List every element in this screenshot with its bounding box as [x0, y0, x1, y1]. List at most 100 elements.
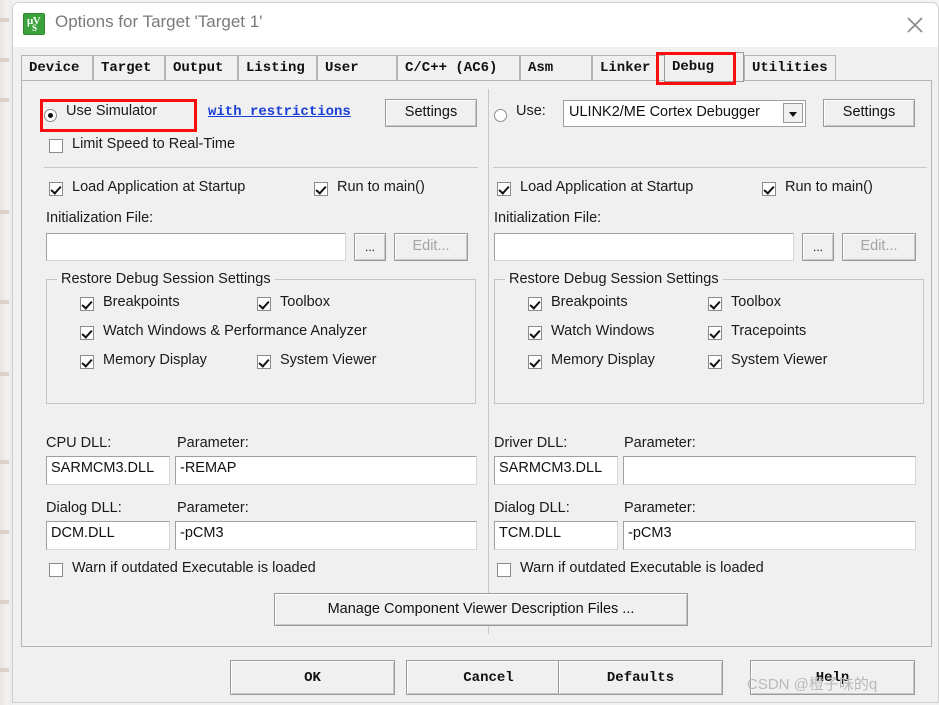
tab-target[interactable]: Target	[93, 55, 165, 81]
right-memory-display-checkbox[interactable]	[528, 355, 542, 369]
right-watch-windows-checkbox[interactable]	[528, 326, 542, 340]
left-toolbox-label: Toolbox	[280, 294, 330, 310]
debugger-settings-button[interactable]: Settings	[823, 99, 915, 127]
right-warn-outdated-label: Warn if outdated Executable is loaded	[520, 560, 764, 576]
use-simulator-label: Use Simulator	[66, 103, 157, 119]
left-dialog-parameter-label: Parameter:	[177, 500, 249, 516]
tab-asm[interactable]: Asm	[520, 55, 592, 81]
right-tracepoints-checkbox[interactable]	[708, 326, 722, 340]
use-debugger-radio[interactable]	[494, 109, 507, 122]
left-load-application-label: Load Application at Startup	[72, 179, 245, 195]
right-load-application-label: Load Application at Startup	[520, 179, 693, 195]
tab-output[interactable]: Output	[165, 55, 238, 81]
right-run-to-main-label: Run to main()	[785, 179, 873, 195]
dialog-footer: OK Cancel Defaults Help	[13, 651, 938, 704]
panel-divider	[488, 89, 489, 634]
right-watch-windows-label: Watch Windows	[551, 323, 654, 339]
use-simulator-radio[interactable]	[44, 109, 57, 122]
cpu-parameter-label: Parameter:	[177, 435, 249, 451]
right-browse-button[interactable]: ...	[802, 233, 834, 261]
right-toolbox-label: Toolbox	[731, 294, 781, 310]
tab-device[interactable]: Device	[21, 55, 93, 81]
use-debugger-label: Use:	[516, 103, 546, 119]
left-system-viewer-checkbox[interactable]	[257, 355, 271, 369]
cpu-dll-input[interactable]: SARMCM3.DLL	[46, 456, 170, 485]
driver-parameter-label: Parameter:	[624, 435, 696, 451]
right-dialog-dll-input[interactable]: TCM.DLL	[494, 521, 618, 550]
right-toolbox-checkbox[interactable]	[708, 297, 722, 311]
limit-speed-label: Limit Speed to Real-Time	[72, 136, 235, 152]
window-title: Options for Target 'Target 1'	[55, 12, 262, 32]
tab-listing[interactable]: Listing	[238, 55, 317, 81]
right-tracepoints-label: Tracepoints	[731, 323, 806, 339]
defaults-button[interactable]: Defaults	[558, 660, 723, 695]
right-separator	[493, 167, 927, 168]
tab-user[interactable]: User	[317, 55, 397, 81]
left-system-viewer-label: System Viewer	[280, 352, 376, 368]
left-separator	[44, 167, 478, 168]
left-dialog-dll-input[interactable]: DCM.DLL	[46, 521, 170, 550]
left-dialog-dll-label: Dialog DLL:	[46, 500, 122, 516]
cancel-button[interactable]: Cancel	[406, 660, 571, 695]
right-init-file-label: Initialization File:	[494, 210, 601, 226]
right-dialog-dll-label: Dialog DLL:	[494, 500, 570, 516]
left-run-to-main-label: Run to main()	[337, 179, 425, 195]
tab-strip: Device Target Output Listing User C/C++ …	[21, 51, 932, 81]
left-breakpoints-checkbox[interactable]	[80, 297, 94, 311]
uvision-icon: μV S	[23, 13, 45, 35]
with-restrictions-link[interactable]: with restrictions	[208, 104, 351, 120]
debug-panel: Use Simulator with restrictions Settings…	[21, 81, 932, 647]
left-init-file-input[interactable]	[46, 233, 346, 261]
cpu-dll-label: CPU DLL:	[46, 435, 111, 451]
debugger-select-value: ULINK2/ME Cortex Debugger	[569, 104, 760, 120]
right-system-viewer-label: System Viewer	[731, 352, 827, 368]
left-memory-display-checkbox[interactable]	[80, 355, 94, 369]
left-warn-outdated-checkbox[interactable]	[49, 563, 63, 577]
left-watch-windows-label: Watch Windows & Performance Analyzer	[103, 323, 367, 339]
driver-dll-label: Driver DLL:	[494, 435, 567, 451]
left-memory-display-label: Memory Display	[103, 352, 207, 368]
right-dialog-parameter-input[interactable]: -pCM3	[623, 521, 916, 550]
left-toolbox-checkbox[interactable]	[257, 297, 271, 311]
right-edit-button: Edit...	[842, 233, 916, 261]
manage-component-viewer-button[interactable]: Manage Component Viewer Description File…	[274, 593, 688, 626]
right-load-application-checkbox[interactable]	[497, 182, 511, 196]
left-dialog-parameter-input[interactable]: -pCM3	[175, 521, 477, 550]
title-bar: μV S Options for Target 'Target 1'	[13, 3, 938, 47]
limit-speed-checkbox[interactable]	[49, 139, 63, 153]
right-warn-outdated-checkbox[interactable]	[497, 563, 511, 577]
screen: μV S Options for Target 'Target 1' Devic…	[0, 0, 939, 705]
help-button[interactable]: Help	[750, 660, 915, 695]
left-watch-windows-checkbox[interactable]	[80, 326, 94, 340]
left-browse-button[interactable]: ...	[354, 233, 386, 261]
left-breakpoints-label: Breakpoints	[103, 294, 180, 310]
options-dialog: μV S Options for Target 'Target 1' Devic…	[12, 2, 939, 703]
left-load-application-checkbox[interactable]	[49, 182, 63, 196]
left-run-to-main-checkbox[interactable]	[314, 182, 328, 196]
right-dialog-parameter-label: Parameter:	[624, 500, 696, 516]
uvision-icon-glyph-bottom: S	[32, 24, 37, 33]
driver-dll-input[interactable]: SARMCM3.DLL	[494, 456, 618, 485]
driver-parameter-input[interactable]	[623, 456, 916, 485]
right-breakpoints-checkbox[interactable]	[528, 297, 542, 311]
tab-cpp-ac6[interactable]: C/C++ (AC6)	[397, 55, 520, 81]
right-system-viewer-checkbox[interactable]	[708, 355, 722, 369]
debugger-select[interactable]: ULINK2/ME Cortex Debugger	[563, 100, 806, 127]
right-run-to-main-checkbox[interactable]	[762, 182, 776, 196]
ok-button[interactable]: OK	[230, 660, 395, 695]
right-restore-session-title: Restore Debug Session Settings	[505, 271, 723, 287]
left-init-file-label: Initialization File:	[46, 210, 153, 226]
right-init-file-input[interactable]	[494, 233, 794, 261]
tab-debug[interactable]: Debug	[664, 52, 744, 82]
tab-linker[interactable]: Linker	[592, 55, 668, 81]
right-breakpoints-label: Breakpoints	[551, 294, 628, 310]
left-restore-session-title: Restore Debug Session Settings	[57, 271, 275, 287]
left-edit-button: Edit...	[394, 233, 468, 261]
cpu-parameter-input[interactable]: -REMAP	[175, 456, 477, 485]
tab-utilities[interactable]: Utilities	[744, 55, 836, 81]
simulator-settings-button[interactable]: Settings	[385, 99, 477, 127]
close-icon[interactable]	[892, 3, 938, 46]
chevron-down-icon[interactable]	[783, 103, 803, 123]
background-window-edge	[0, 0, 12, 705]
left-warn-outdated-label: Warn if outdated Executable is loaded	[72, 560, 316, 576]
